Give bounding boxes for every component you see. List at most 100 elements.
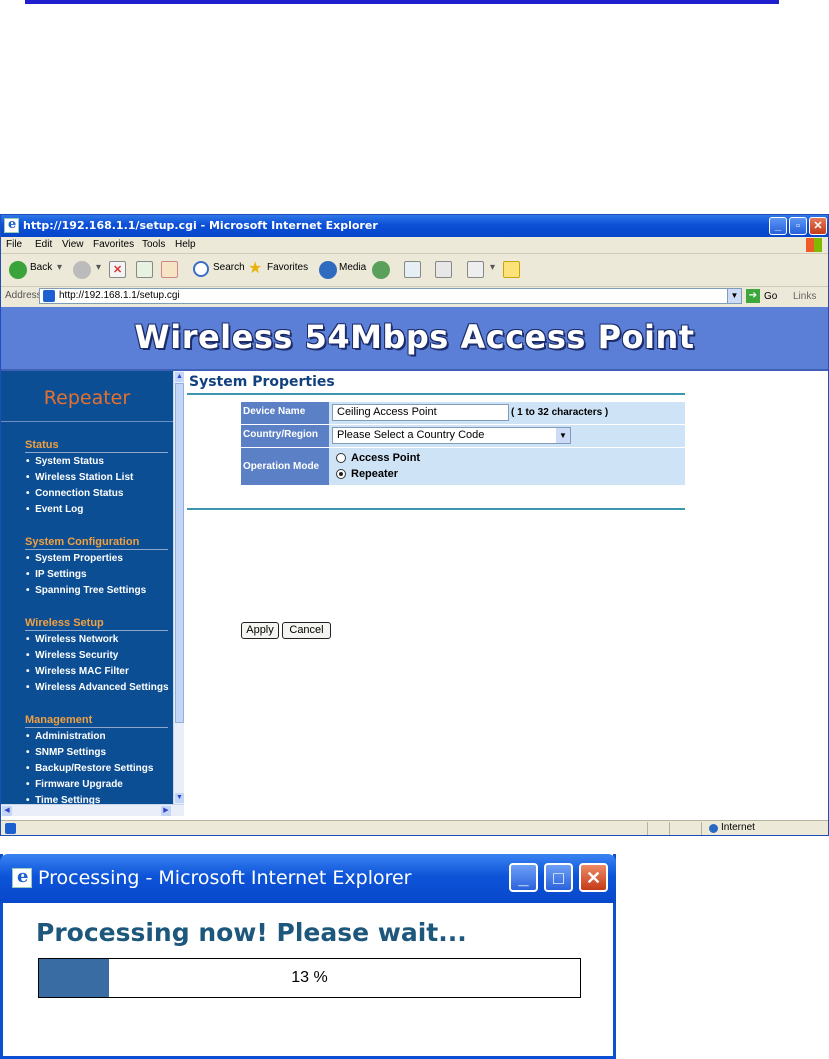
windows-logo-icon bbox=[806, 238, 822, 252]
edit-icon[interactable] bbox=[467, 261, 484, 278]
progress-bar: 13 % bbox=[38, 958, 581, 998]
sidebar-item-event-log[interactable]: • Event Log bbox=[26, 504, 83, 515]
scroll-up-icon[interactable]: ▲ bbox=[175, 372, 184, 382]
print-icon[interactable] bbox=[435, 261, 452, 278]
sidebar-item-time-settings[interactable]: • Time Settings bbox=[26, 795, 100, 804]
menu-favorites[interactable]: Favorites bbox=[93, 239, 134, 250]
sidebar-item-system-status[interactable]: • System Status bbox=[26, 456, 104, 467]
sidebar-item-ip-settings[interactable]: • IP Settings bbox=[26, 569, 87, 580]
go-arrow-icon[interactable]: ➔ bbox=[746, 289, 760, 303]
go-button-label[interactable]: Go bbox=[764, 291, 777, 302]
device-name-input[interactable]: Ceiling Access Point bbox=[332, 404, 509, 421]
refresh-icon[interactable] bbox=[136, 261, 153, 278]
forward-arrow-icon[interactable] bbox=[73, 261, 91, 279]
processing-message: Processing now! Please wait... bbox=[36, 918, 467, 947]
address-input[interactable]: http://192.168.1.1/setup.cgi ▼ bbox=[39, 288, 742, 304]
page-banner: Wireless 54Mbps Access Point bbox=[1, 307, 828, 371]
menu-view[interactable]: View bbox=[62, 239, 84, 250]
sidebar-item-wireless-network[interactable]: • Wireless Network bbox=[26, 634, 118, 645]
address-label: Address bbox=[5, 290, 42, 301]
radio-repeater[interactable] bbox=[336, 469, 346, 479]
operation-mode-cell: Access Point Repeater bbox=[330, 448, 685, 485]
statusbar-divider bbox=[647, 822, 648, 835]
back-arrow-icon[interactable] bbox=[9, 261, 27, 279]
radio-repeater-label[interactable]: Repeater bbox=[351, 468, 398, 480]
ie-window-title: http://192.168.1.1/setup.cgi - Microsoft… bbox=[23, 219, 378, 232]
close-button[interactable]: ✕ bbox=[579, 863, 608, 892]
content-title-rule bbox=[187, 393, 685, 395]
form-bottom-rule bbox=[187, 508, 685, 510]
device-name-label: Device Name bbox=[241, 402, 329, 424]
sidebar-item-backup-restore[interactable]: • Backup/Restore Settings bbox=[26, 763, 153, 774]
cancel-button[interactable]: Cancel bbox=[282, 622, 331, 639]
sidebar-vertical-scrollbar[interactable]: ▲ ▼ bbox=[173, 371, 184, 804]
maximize-button[interactable]: □ bbox=[544, 863, 573, 892]
radio-access-point-label[interactable]: Access Point bbox=[351, 452, 420, 464]
ie-menubar: File Edit View Favorites Tools Help bbox=[1, 237, 828, 254]
favorites-button-label[interactable]: Favorites bbox=[267, 262, 308, 273]
menu-help[interactable]: Help bbox=[175, 239, 196, 250]
ie-titlebar[interactable]: http://192.168.1.1/setup.cgi - Microsoft… bbox=[1, 215, 828, 237]
minimize-button[interactable]: _ bbox=[509, 863, 538, 892]
scroll-right-icon[interactable]: ▶ bbox=[161, 806, 171, 816]
sidebar-item-firmware-upgrade[interactable]: • Firmware Upgrade bbox=[26, 779, 123, 790]
edit-dropdown-icon[interactable]: ▾ bbox=[490, 262, 495, 273]
sidebar-item-connection-status[interactable]: • Connection Status bbox=[26, 488, 123, 499]
operation-mode-label: Operation Mode bbox=[241, 448, 329, 485]
media-button-label[interactable]: Media bbox=[339, 262, 366, 273]
mail-icon[interactable] bbox=[404, 261, 421, 278]
minimize-button[interactable]: _ bbox=[769, 217, 787, 235]
sidebar-divider bbox=[1, 421, 173, 422]
sidebar-item-wireless-mac-filter[interactable]: • Wireless MAC Filter bbox=[26, 666, 129, 677]
section-management-title: Management bbox=[25, 714, 93, 726]
messenger-icon[interactable] bbox=[503, 261, 520, 278]
scroll-left-icon[interactable]: ◀ bbox=[2, 806, 12, 816]
forward-dropdown-icon[interactable]: ▾ bbox=[96, 262, 101, 273]
close-button[interactable]: ✕ bbox=[809, 217, 827, 235]
links-label[interactable]: Links bbox=[793, 291, 816, 302]
maximize-button[interactable]: ▫ bbox=[789, 217, 807, 235]
search-icon[interactable] bbox=[193, 261, 209, 277]
home-icon[interactable] bbox=[161, 261, 178, 278]
device-name-row: Device Name Ceiling Access Point ( 1 to … bbox=[241, 402, 685, 424]
menu-tools[interactable]: Tools bbox=[142, 239, 165, 250]
scroll-thumb[interactable] bbox=[175, 383, 184, 723]
address-dropdown-icon[interactable]: ▼ bbox=[727, 289, 741, 303]
stop-icon[interactable]: ✕ bbox=[109, 261, 126, 278]
sidebar-item-administration[interactable]: • Administration bbox=[26, 731, 106, 742]
apply-button[interactable]: Apply bbox=[241, 622, 279, 639]
ie-app-icon bbox=[12, 866, 32, 888]
statusbar-divider bbox=[701, 822, 702, 835]
security-zone-label: Internet bbox=[721, 822, 755, 833]
sidebar-item-wireless-security[interactable]: • Wireless Security bbox=[26, 650, 118, 661]
nav-sidebar: Repeater Status • System Status • Wirele… bbox=[1, 371, 173, 804]
back-dropdown-icon[interactable]: ▾ bbox=[57, 262, 62, 273]
scroll-down-icon[interactable]: ▼ bbox=[175, 793, 184, 803]
search-button-label[interactable]: Search bbox=[213, 262, 245, 273]
sidebar-item-system-properties[interactable]: • System Properties bbox=[26, 553, 123, 564]
progress-label: 13 % bbox=[291, 969, 328, 986]
radio-access-point[interactable] bbox=[336, 453, 346, 463]
country-select[interactable]: Please Select a Country Code ▼ bbox=[332, 427, 571, 444]
section-wireless-setup-title: Wireless Setup bbox=[25, 617, 104, 629]
sidebar-item-wireless-station-list[interactable]: • Wireless Station List bbox=[26, 472, 133, 483]
back-button-label[interactable]: Back bbox=[30, 262, 52, 273]
operation-mode-row: Operation Mode Access Point Repeater bbox=[241, 448, 685, 485]
media-icon[interactable] bbox=[319, 261, 337, 279]
country-row: Country/Region Please Select a Country C… bbox=[241, 425, 685, 447]
processing-titlebar[interactable]: Processing - Microsoft Internet Explorer… bbox=[0, 854, 616, 903]
sidebar-item-wireless-advanced[interactable]: • Wireless Advanced Settings bbox=[26, 682, 169, 693]
sidebar-horizontal-scrollbar[interactable]: ◀ ▶ bbox=[1, 804, 184, 816]
sidebar-item-spanning-tree[interactable]: • Spanning Tree Settings bbox=[26, 585, 146, 596]
section-divider bbox=[25, 630, 168, 631]
ie-toolbar: Back ▾ ▾ ✕ Search ★ Favorites Media ▾ bbox=[1, 255, 828, 287]
address-url[interactable]: http://192.168.1.1/setup.cgi bbox=[59, 290, 180, 301]
processing-dialog: Processing - Microsoft Internet Explorer… bbox=[0, 854, 616, 1059]
menu-edit[interactable]: Edit bbox=[35, 239, 52, 250]
page-status-icon bbox=[5, 823, 16, 834]
favorites-star-icon[interactable]: ★ bbox=[248, 258, 262, 278]
sidebar-item-snmp-settings[interactable]: • SNMP Settings bbox=[26, 747, 106, 758]
menu-file[interactable]: File bbox=[6, 239, 22, 250]
chevron-down-icon[interactable]: ▼ bbox=[556, 428, 570, 443]
history-icon[interactable] bbox=[372, 261, 390, 279]
